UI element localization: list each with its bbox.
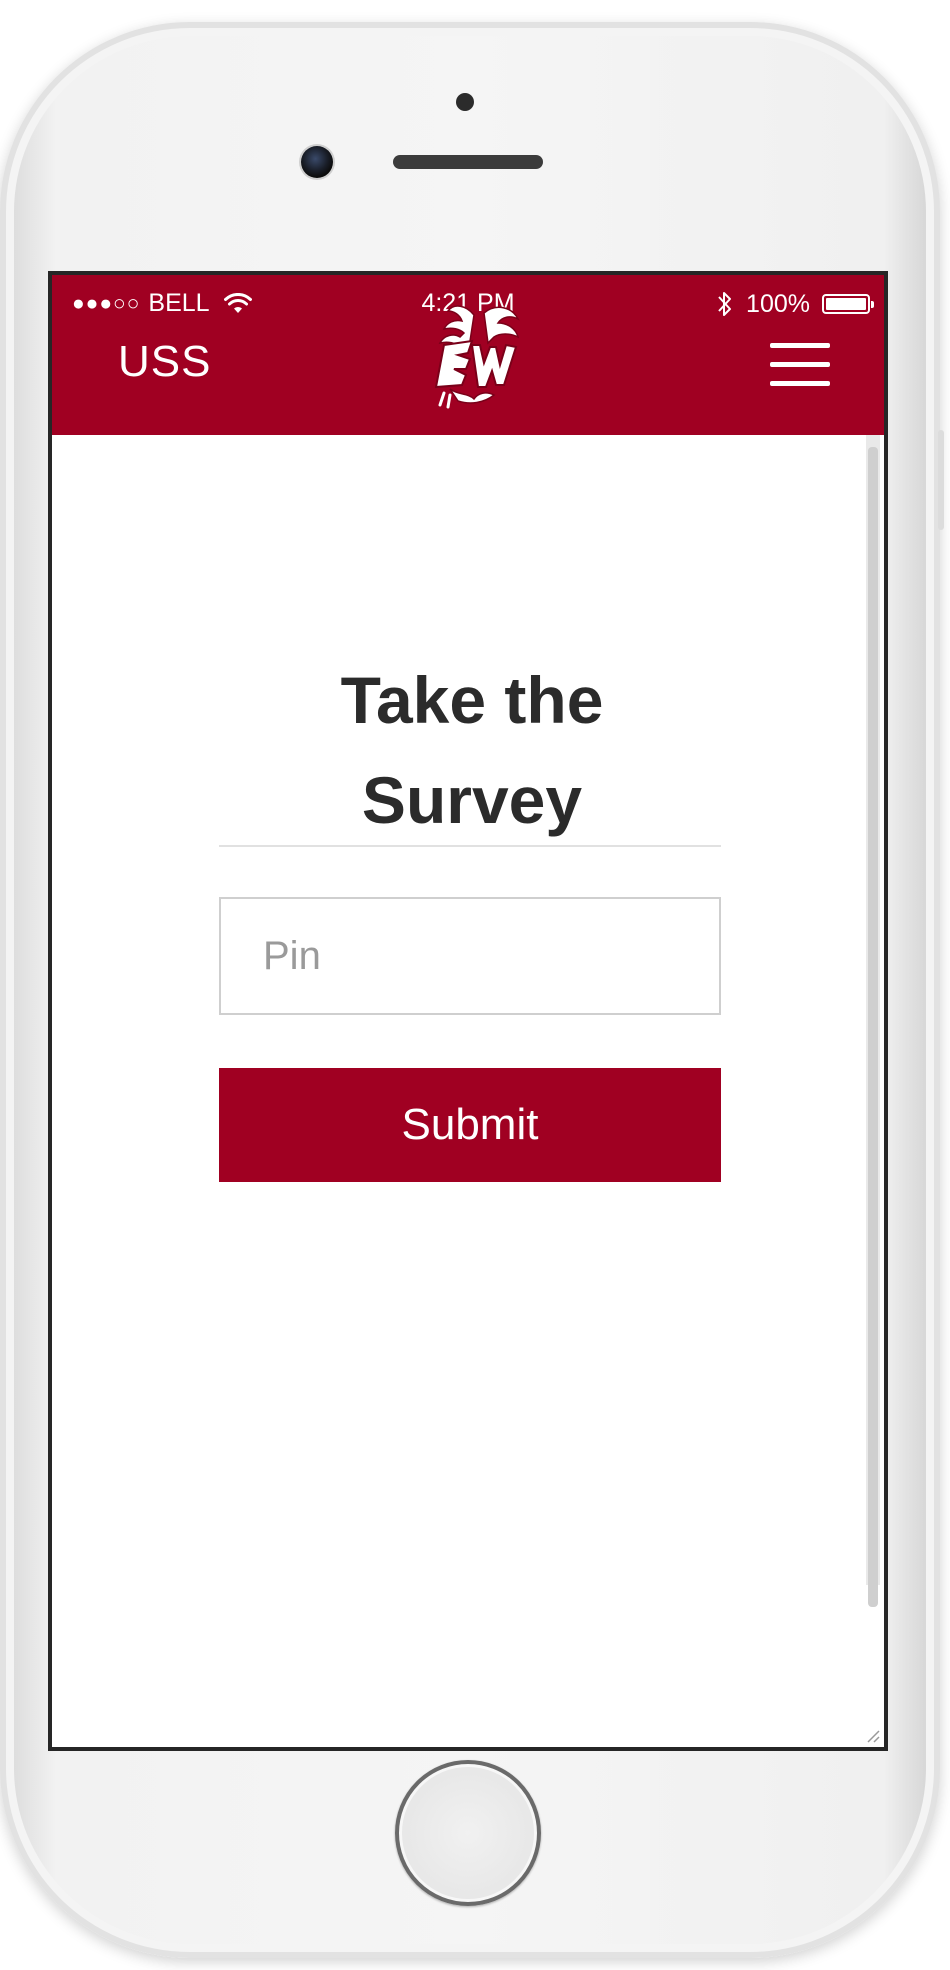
app-header: ●●●○○ BELL 4:21 PM 100% USS xyxy=(52,275,884,435)
submit-button[interactable]: Submit xyxy=(219,1068,721,1182)
battery-icon xyxy=(822,294,874,314)
battery-tip xyxy=(871,301,874,308)
phone-frame: ●●●○○ BELL 4:21 PM 100% USS Take the Sur… xyxy=(0,22,944,1958)
page-title: Take the Survey xyxy=(52,650,884,850)
phone-screen: ●●●○○ BELL 4:21 PM 100% USS Take the Sur… xyxy=(48,271,888,1751)
battery-percent: 100% xyxy=(746,289,810,318)
camera-lens-icon xyxy=(301,146,333,178)
scrollbar-thumb[interactable] xyxy=(868,447,878,1607)
battery-fill xyxy=(826,298,866,310)
hamburger-menu-button[interactable] xyxy=(770,343,830,387)
status-right: 100% xyxy=(716,289,874,319)
home-button[interactable] xyxy=(395,1760,541,1906)
earpiece-speaker xyxy=(393,155,543,169)
brand-title[interactable]: USS xyxy=(118,337,211,387)
menu-bar-bottom xyxy=(770,381,830,386)
pin-input[interactable] xyxy=(219,897,721,1015)
title-line-2: Survey xyxy=(361,763,583,837)
bluetooth-icon xyxy=(718,292,732,316)
eagle-logo-icon[interactable] xyxy=(414,297,534,417)
front-camera-icon xyxy=(456,93,474,111)
title-line-1: Take the xyxy=(340,663,604,737)
volume-button xyxy=(938,430,944,530)
title-divider xyxy=(219,845,721,847)
menu-bar-middle xyxy=(770,362,830,367)
resize-grip-icon[interactable] xyxy=(864,1727,880,1743)
menu-bar-top xyxy=(770,343,830,348)
